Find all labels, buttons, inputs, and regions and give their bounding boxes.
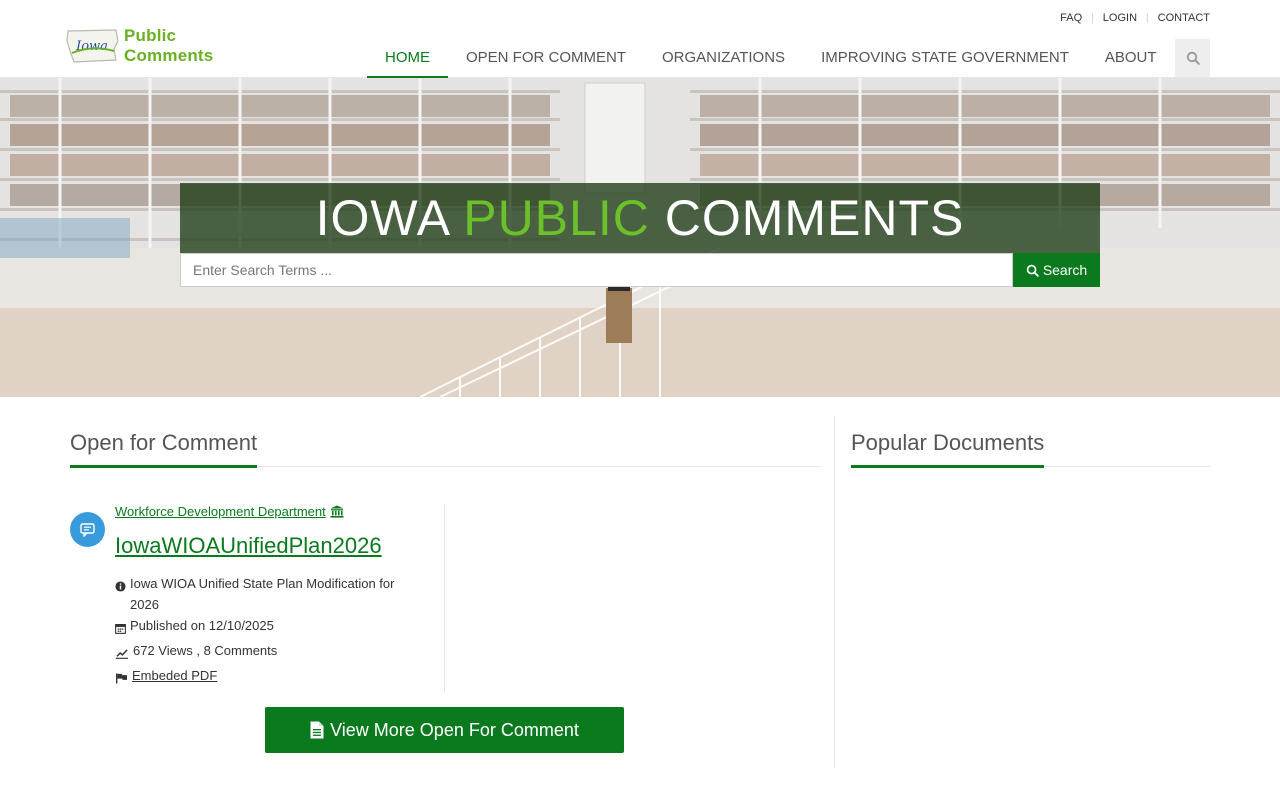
main-nav: HOME OPEN FOR COMMENT ORGANIZATIONS IMPR… [367,39,1175,79]
view-more-open-for-comment-button[interactable]: View More Open For Comment [265,707,624,753]
flag-icon [115,665,130,690]
popular-documents-heading: Popular Documents [851,430,1045,468]
logo-text: Public Comments [124,26,214,65]
calendar-icon [115,615,130,640]
document-description: Iowa WIOA Unified State Plan Modificatio… [130,576,395,612]
hero-search-input[interactable] [180,253,1013,287]
hero-banner: IOWA PUBLIC COMMENTS Search [0,78,1280,397]
document-published-date: Published on 12/10/2025 [130,618,274,633]
document-meta: Iowa WIOA Unified State Plan Modificatio… [115,573,415,690]
comment-icon [70,512,105,547]
divider: | [1146,12,1149,24]
login-link[interactable]: LOGIN [1103,12,1137,24]
view-more-label: View More Open For Comment [330,719,579,740]
document-body: Workforce Development Department IowaWIO… [115,504,415,690]
hero-search-bar: Search [180,253,1100,287]
section-header: Open for Comment [70,420,820,468]
header-search-button[interactable] [1175,39,1210,77]
document-stats: 672 Views , 8 Comments [133,643,278,658]
nav-item-organizations[interactable]: ORGANIZATIONS [644,39,803,79]
nav-item-home[interactable]: HOME [367,39,448,79]
logo-state-word: Iowa [75,39,108,54]
section-header: Popular Documents [851,420,1210,468]
hero-title-box: IOWA PUBLIC COMMENTS [180,183,1100,253]
site-header: Iowa Public Comments FAQ | LOGIN | CONTA… [0,0,1280,79]
site-logo[interactable]: Iowa Public Comments [66,26,266,65]
hero-title: IOWA PUBLIC COMMENTS [180,183,1100,253]
document-stats-row: 672 Views , 8 Comments [115,640,415,665]
document-published-row: Published on 12/10/2025 [115,615,415,640]
document-link-row: Embeded PDF [115,665,415,690]
hero-title-word-3: COMMENTS [664,190,965,246]
line-chart-icon [115,640,130,665]
organization-link[interactable]: Workforce Development Department [115,504,415,519]
divider: | [1091,12,1094,24]
hero-title-word-2: PUBLIC [463,190,650,246]
open-for-comment-heading: Open for Comment [70,430,258,468]
hero-search-button[interactable]: Search [1013,253,1100,287]
faq-link[interactable]: FAQ [1060,12,1082,24]
file-text-icon [310,721,324,739]
search-icon [1186,51,1200,65]
nav-item-about[interactable]: ABOUT [1087,39,1175,79]
institution-icon [330,505,344,518]
document-description-row: Iowa WIOA Unified State Plan Modificatio… [115,573,415,615]
iowa-state-icon: Iowa [66,27,120,65]
open-for-comment-section: Open for Comment Workforce Development D… [70,420,820,753]
organization-name: Workforce Development Department [115,504,326,519]
hero-title-word-1: IOWA [315,190,449,246]
contact-link[interactable]: CONTACT [1158,12,1210,24]
nav-item-open-for-comment[interactable]: OPEN FOR COMMENT [448,39,644,79]
document-title-link[interactable]: IowaWIOAUnifiedPlan2026 [115,533,415,559]
embedded-pdf-link[interactable]: Embeded PDF [130,665,217,686]
info-icon [115,573,130,598]
popular-documents-section: Popular Documents [834,416,1210,768]
utility-nav: FAQ | LOGIN | CONTACT [1060,12,1210,24]
hero-search-button-label: Search [1042,262,1088,278]
nav-item-improving-state-government[interactable]: IMPROVING STATE GOVERNMENT [803,39,1087,79]
search-icon [1026,264,1039,277]
document-card: Workforce Development Department IowaWIO… [70,504,445,692]
